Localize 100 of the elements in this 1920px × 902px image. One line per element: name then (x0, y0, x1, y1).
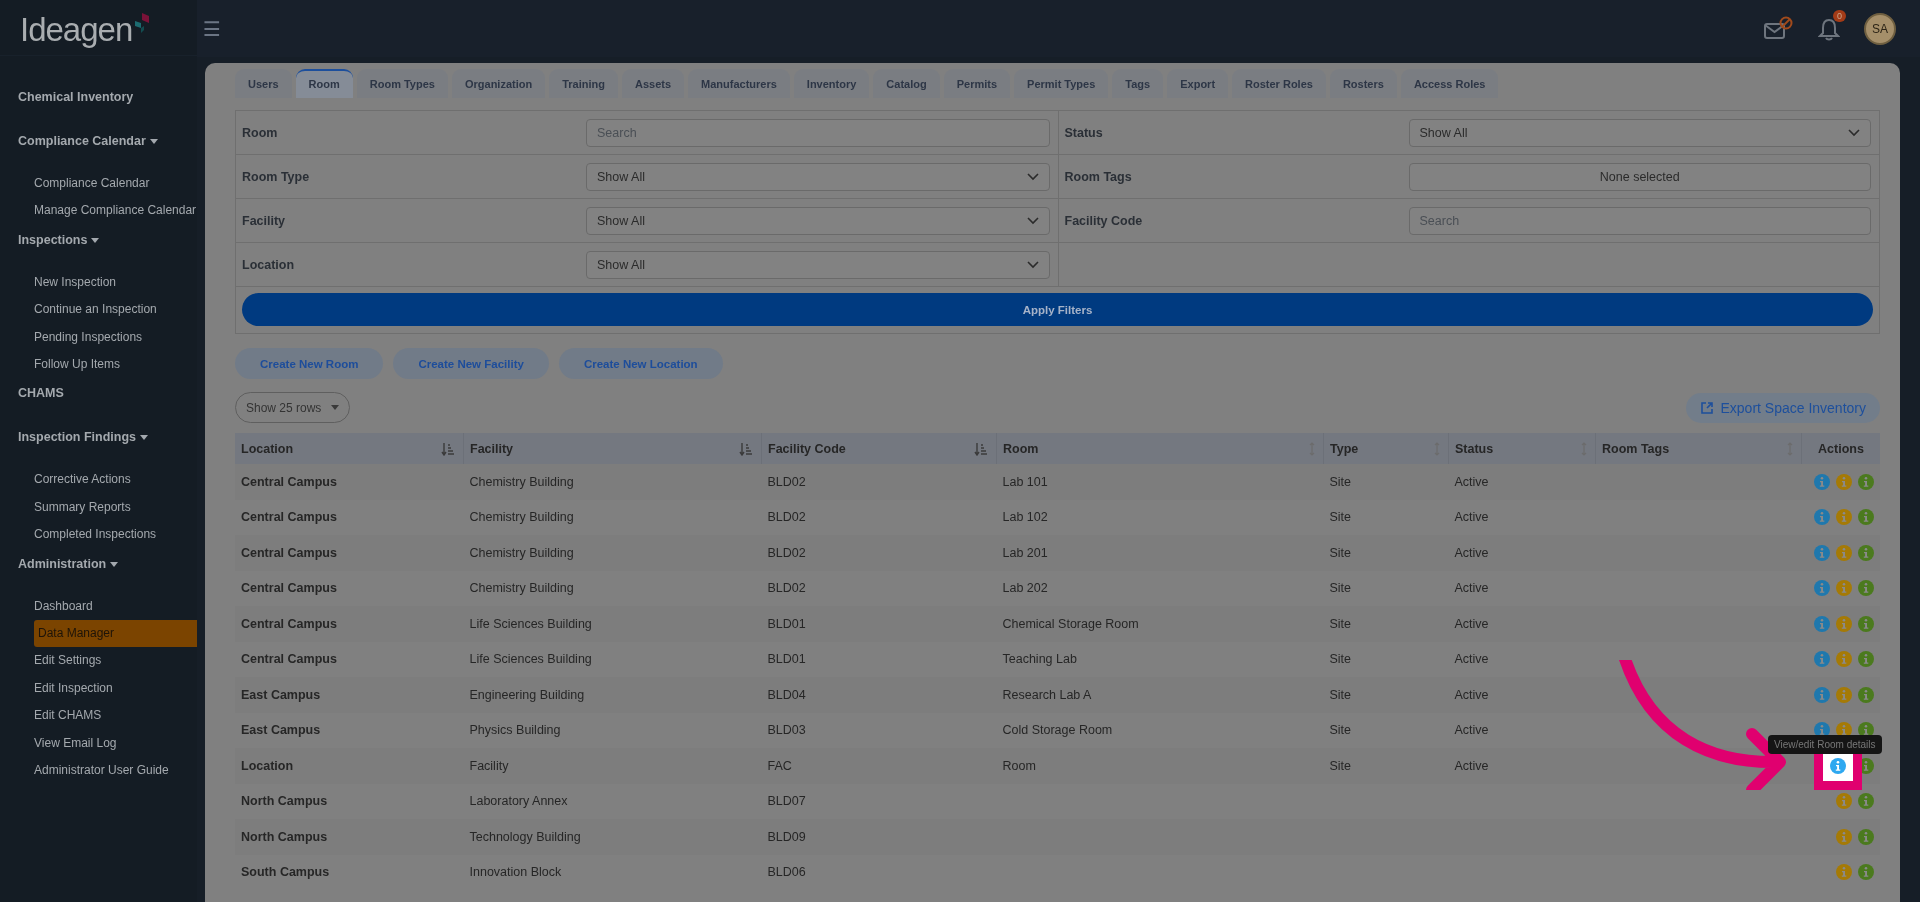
notification-count: 0 (1833, 9, 1846, 22)
table-cell: Chemistry Building (469, 581, 574, 596)
table-cell: Facility (469, 758, 509, 773)
nav-section-header[interactable]: Compliance Calendar (0, 134, 197, 170)
page-size-dropdown[interactable]: Show 25 rows (235, 392, 351, 423)
create-button[interactable]: Create New Facility (393, 348, 549, 379)
table-cell: Site (1329, 687, 1352, 702)
table-cell: BLD01 (767, 652, 806, 667)
menu-icon[interactable]: ☰ (203, 16, 221, 41)
nav-section-header[interactable]: Inspection Findings (0, 430, 197, 467)
dropdown-field[interactable]: Show All (586, 206, 1050, 235)
tab[interactable]: Access Roles (1400, 69, 1499, 98)
tab[interactable]: Permits (943, 69, 1011, 98)
column-header[interactable]: Location (235, 433, 464, 464)
column-header[interactable]: Actions (1801, 433, 1880, 464)
multiselect-field[interactable]: None selected (1408, 162, 1871, 191)
nav-item[interactable]: Edit CHAMS (0, 702, 197, 730)
column-header[interactable]: Type (1323, 433, 1449, 464)
user-avatar[interactable]: SA (1864, 12, 1896, 45)
mail-blocked-icon[interactable] (1764, 15, 1794, 42)
tab[interactable]: Training (549, 69, 618, 98)
apply-filters-button[interactable]: Apply Filters (242, 293, 1873, 326)
tab[interactable]: Export (1167, 69, 1229, 98)
table-cell: Site (1329, 723, 1352, 738)
nav-item[interactable]: Summary Reports (0, 493, 197, 522)
table-cell: Active (1454, 581, 1489, 596)
tab[interactable]: Room Types (356, 69, 448, 98)
nav-item[interactable]: Follow Up Items (0, 351, 197, 379)
nav-item[interactable]: Dashboard (0, 592, 197, 621)
export-button[interactable]: Export Space Inventory (1686, 392, 1880, 423)
tab[interactable]: Assets (621, 69, 685, 98)
create-button[interactable]: Create New Room (235, 348, 384, 379)
column-header[interactable]: Facility Code (761, 433, 997, 464)
info-icon[interactable] (1830, 757, 1846, 774)
sort-icon[interactable] (441, 442, 455, 456)
tab[interactable]: Room (295, 69, 353, 98)
nav-item[interactable]: Continue an Inspection (0, 296, 197, 324)
tab[interactable]: Permit Types (1014, 69, 1109, 98)
table-cell: Lab 102 (1002, 510, 1048, 525)
table-cell: Active (1454, 510, 1489, 525)
nav-section-header[interactable]: Inspections (0, 232, 197, 269)
table-cell: Life Sciences Building (469, 616, 592, 631)
nav-item[interactable]: Data Manager (34, 620, 197, 648)
table-cell: BLD06 (767, 865, 806, 880)
export-icon (1700, 400, 1715, 415)
table-cell: Site (1329, 474, 1352, 489)
tab[interactable]: Organization (451, 69, 546, 98)
table-cell: Laboratory Annex (469, 794, 568, 809)
nav-item[interactable]: Edit Settings (0, 647, 197, 675)
nav-item[interactable]: Pending Inspections (0, 323, 197, 352)
table-cell: Site (1329, 616, 1352, 631)
nav-item[interactable]: Manage Compliance Calendar (0, 197, 197, 225)
nav-item[interactable]: New Inspection (0, 268, 197, 297)
nav-section-header[interactable]: CHAMS (0, 386, 197, 423)
table-cell: Site (1329, 510, 1352, 525)
nav-item[interactable]: View Email Log (0, 729, 197, 758)
column-header[interactable]: Facility (463, 433, 762, 464)
table-cell: Lab 202 (1002, 581, 1048, 596)
column-header[interactable]: Status (1448, 433, 1596, 464)
table-cell: Central Campus (241, 652, 337, 667)
nav-section-header[interactable]: Chemical Inventory (0, 90, 197, 126)
dropdown-field[interactable]: Show All (1408, 118, 1871, 147)
tab[interactable]: Manufacturers (688, 69, 790, 98)
table-cell: Central Campus (241, 545, 337, 560)
table-cell: BLD04 (767, 687, 806, 702)
chevron-icon (1026, 216, 1039, 225)
column-header[interactable]: Room (996, 433, 1324, 464)
table-cell: Active (1454, 545, 1489, 560)
sort-icon[interactable] (974, 442, 988, 456)
tab[interactable]: Catalog (873, 69, 940, 98)
table-cell: Lab 101 (1002, 474, 1048, 489)
table-cell: BLD02 (767, 581, 806, 596)
nav-item[interactable]: Edit Inspection (0, 674, 197, 703)
tab[interactable]: Rosters (1329, 69, 1397, 98)
table-cell: South Campus (241, 865, 330, 880)
tab[interactable]: Roster Roles (1232, 69, 1326, 98)
tab[interactable]: Tags (1112, 69, 1164, 98)
table-cell: BLD07 (767, 794, 806, 809)
nav-item[interactable]: Corrective Actions (0, 466, 197, 494)
table-cell: BLD02 (767, 510, 806, 525)
nav-item[interactable]: Completed Inspections (0, 521, 197, 549)
table-cell: Research Lab A (1002, 687, 1092, 702)
nav-section-header[interactable]: Administration (0, 556, 197, 593)
tab[interactable]: Users (235, 69, 292, 98)
tab[interactable]: Inventory (793, 69, 870, 98)
search-field[interactable]: Search (586, 118, 1050, 147)
column-header[interactable]: Room Tags (1595, 433, 1802, 464)
create-button[interactable]: Create New Location (558, 348, 723, 379)
dropdown-field[interactable]: Show All (586, 162, 1050, 191)
chevron-icon (1026, 172, 1039, 181)
sort-icon[interactable] (739, 442, 753, 456)
table-cell: Site (1329, 652, 1352, 667)
search-field[interactable]: Search (1408, 206, 1871, 235)
filter-label: Facility Code (1064, 213, 1144, 228)
nav-item[interactable]: Administrator User Guide (0, 757, 197, 785)
table-cell: FAC (767, 758, 792, 773)
table-cell: Central Campus (241, 616, 337, 631)
nav-item[interactable]: Compliance Calendar (0, 170, 197, 198)
dropdown-field[interactable]: Show All (586, 250, 1050, 279)
table-cell: Chemical Storage Room (1002, 616, 1139, 631)
